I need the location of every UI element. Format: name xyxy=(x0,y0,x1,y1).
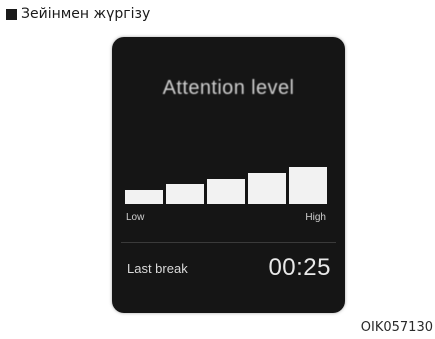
level-segment xyxy=(207,178,245,204)
square-bullet-icon xyxy=(6,8,17,20)
level-segment xyxy=(248,172,286,204)
low-label: Low xyxy=(126,212,145,223)
image-code: OIK057130 xyxy=(360,320,433,335)
caption-text: Зейінмен жүргізу xyxy=(21,6,151,22)
last-break-time: 00:25 xyxy=(268,254,331,281)
level-segment xyxy=(125,190,163,204)
level-segment xyxy=(289,167,327,204)
last-break-label: Last break xyxy=(127,261,188,276)
high-label: High xyxy=(305,212,326,223)
divider xyxy=(121,242,336,243)
cluster-display: Attention level Low High Last break 00:2… xyxy=(112,37,345,313)
screen-title: Attention level xyxy=(162,77,295,99)
figure-caption: Зейінмен жүргізу xyxy=(6,6,150,22)
attention-level-graph xyxy=(125,167,327,204)
level-segment xyxy=(166,184,204,204)
